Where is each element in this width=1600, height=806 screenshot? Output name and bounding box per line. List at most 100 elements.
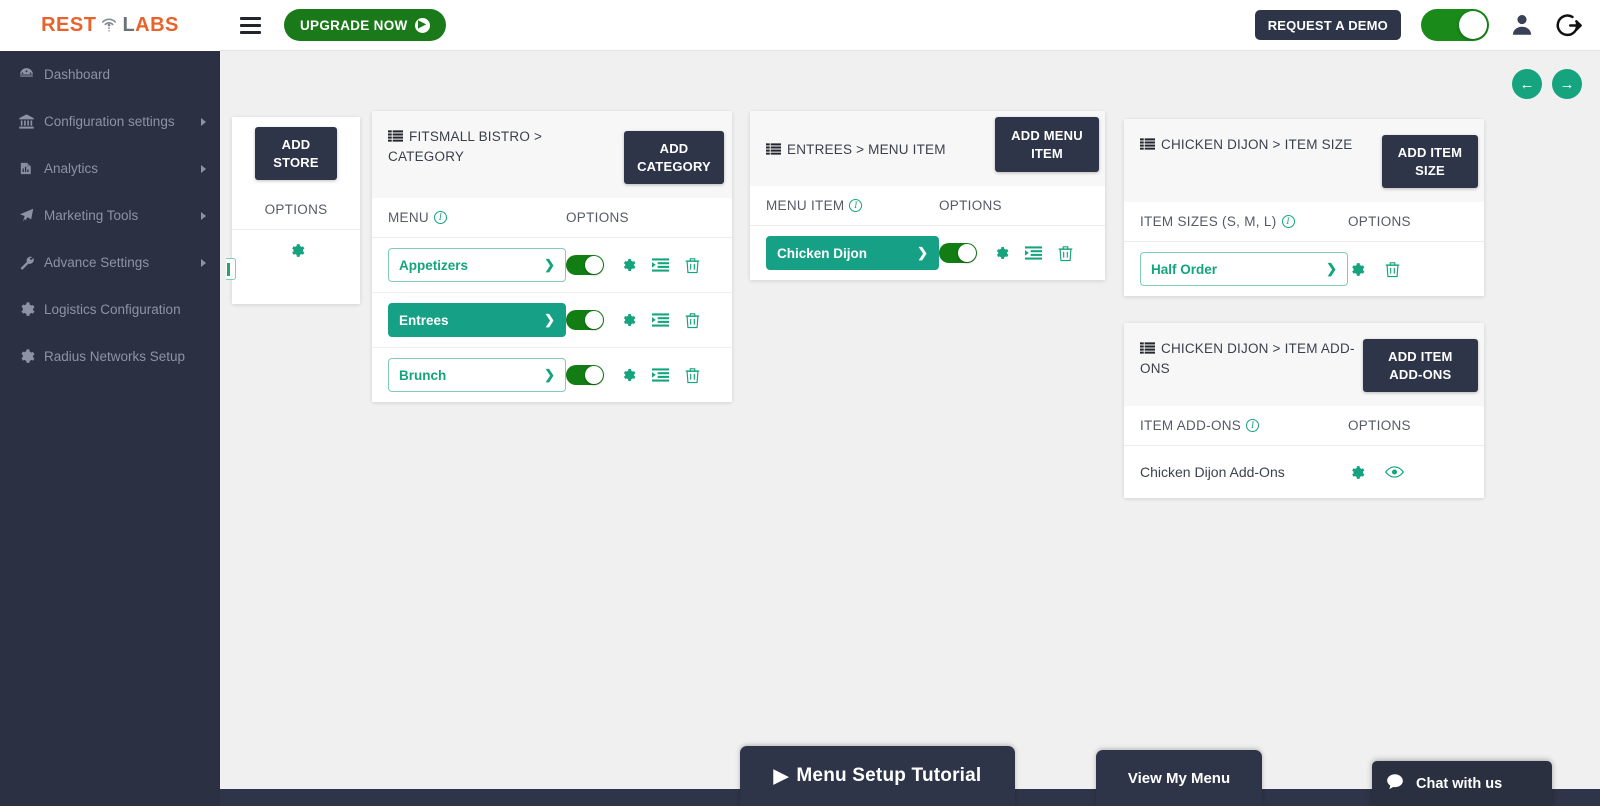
gear-icon[interactable] xyxy=(1348,261,1365,278)
gear-icon[interactable] xyxy=(1348,464,1365,481)
list-indent-icon[interactable] xyxy=(1025,246,1042,260)
delete-icon[interactable] xyxy=(685,257,700,274)
info-icon[interactable]: i xyxy=(433,211,447,225)
pager-prev-button[interactable]: ← xyxy=(1512,69,1542,99)
panel-category: FITSMALL BISTRO > CATEGORY ADD CATEGORY … xyxy=(372,111,732,403)
item-addon-name: Chicken Dijon Add-Ons xyxy=(1140,464,1285,481)
menu-column-label-wrap: MENU i xyxy=(388,210,566,225)
gear-icon[interactable] xyxy=(993,245,1009,261)
gear-icon[interactable] xyxy=(620,367,636,383)
item-addons-column-label-wrap: ITEM ADD-ONS i xyxy=(1140,418,1348,433)
play-icon: ▶ xyxy=(773,765,789,787)
table-row: Entrees ❯ xyxy=(372,293,732,349)
panel-item-size: CHICKEN DIJON > ITEM SIZE ADD ITEM SIZE … xyxy=(1124,119,1484,297)
chevron-right-icon xyxy=(201,258,206,267)
chat-with-us-widget[interactable]: Chat with us xyxy=(1372,761,1552,806)
info-icon[interactable]: i xyxy=(1246,419,1260,433)
sidebar-item-configuration-settings[interactable]: Configuration settings xyxy=(0,98,220,145)
pager-next-button[interactable]: → xyxy=(1552,69,1582,99)
logout-icon[interactable] xyxy=(1555,12,1582,39)
panel-menu-item-title: ENTREES > MENU ITEM xyxy=(787,141,946,157)
panel-item-size-title-wrap: CHICKEN DIJON > ITEM SIZE xyxy=(1140,133,1382,155)
panel-item-size-title: CHICKEN DIJON > ITEM SIZE xyxy=(1161,137,1353,152)
sidebar: REST LABS Dashboard Configuration setting… xyxy=(0,0,220,806)
row-toggle[interactable] xyxy=(566,255,604,276)
options-column-label: OPTIONS xyxy=(1348,418,1411,434)
category-pill-label: Appetizers xyxy=(399,257,469,273)
sidebar-item-radius-networks-setup[interactable]: Radius Networks Setup xyxy=(0,333,220,380)
category-pill-brunch[interactable]: Brunch ❯ xyxy=(388,358,566,393)
panel-category-header: FITSMALL BISTRO > CATEGORY ADD CATEGORY xyxy=(372,111,732,199)
row-options xyxy=(1348,464,1468,481)
list-indent-icon[interactable] xyxy=(652,313,669,327)
item-size-pill-label: Half Order xyxy=(1151,261,1218,277)
sidebar-item-marketing-tools[interactable]: Marketing Tools xyxy=(0,192,220,239)
delete-icon[interactable] xyxy=(685,312,700,329)
add-item-addons-button[interactable]: ADD ITEM ADD-ONS xyxy=(1362,339,1478,393)
menu-item-pill-label: Chicken Dijon xyxy=(777,245,868,261)
sidebar-item-label: Marketing Tools xyxy=(44,208,139,223)
gear-icon[interactable] xyxy=(620,257,636,273)
delete-icon[interactable] xyxy=(1385,261,1400,278)
sidebar-item-advance-settings[interactable]: Advance Settings xyxy=(0,239,220,286)
eye-icon[interactable] xyxy=(1385,465,1404,479)
delete-icon[interactable] xyxy=(1058,245,1073,262)
category-pill-entrees[interactable]: Entrees ❯ xyxy=(388,303,566,338)
item-size-pill-half-order[interactable]: Half Order ❯ xyxy=(1140,252,1348,287)
list-icon xyxy=(388,128,403,142)
sidebar-item-analytics[interactable]: Analytics xyxy=(0,145,220,192)
panel-store-header: ADD STORE xyxy=(232,117,360,191)
upgrade-now-label: UPGRADE NOW xyxy=(300,17,408,33)
logo-rest-text: REST xyxy=(41,14,97,36)
list-icon xyxy=(1140,136,1155,150)
panel-item-addons-column-header: ITEM ADD-ONS i OPTIONS xyxy=(1124,406,1484,447)
view-my-menu-button[interactable]: View My Menu xyxy=(1096,750,1262,806)
brand-logo[interactable]: REST LABS xyxy=(0,0,220,51)
master-toggle[interactable] xyxy=(1421,9,1489,41)
request-a-demo-button[interactable]: REQUEST A DEMO xyxy=(1254,10,1401,40)
category-pill-appetizers[interactable]: Appetizers ❯ xyxy=(388,248,566,283)
sidebar-item-label: Configuration settings xyxy=(44,114,175,129)
add-category-button[interactable]: ADD CATEGORY xyxy=(624,131,724,185)
truncated-store-pill[interactable] xyxy=(226,258,236,281)
user-icon[interactable] xyxy=(1509,12,1535,38)
topbar-right-group: REQUEST A DEMO xyxy=(1254,9,1600,41)
row-toggle[interactable] xyxy=(566,310,604,331)
sidebar-item-dashboard[interactable]: Dashboard xyxy=(0,51,220,98)
add-menu-item-button[interactable]: ADD MENU ITEM xyxy=(995,117,1099,173)
menu-item-pill-chicken-dijon[interactable]: Chicken Dijon ❯ xyxy=(766,236,939,271)
row-toggle-knob xyxy=(585,311,603,330)
gear-icon xyxy=(18,301,44,318)
gear-icon[interactable] xyxy=(620,312,636,328)
info-icon[interactable]: i xyxy=(849,199,863,213)
info-icon[interactable]: i xyxy=(1281,215,1295,229)
menu-setup-tutorial-button[interactable]: ▶ Menu Setup Tutorial xyxy=(740,746,1015,806)
sidebar-item-label: Logistics Configuration xyxy=(44,302,181,317)
menu-setup-tutorial-label: Menu Setup Tutorial xyxy=(796,765,982,786)
row-toggle[interactable] xyxy=(939,243,977,264)
add-item-size-button[interactable]: ADD ITEM SIZE xyxy=(1382,135,1478,189)
list-indent-icon[interactable] xyxy=(652,258,669,272)
upgrade-now-button[interactable]: UPGRADE NOW ▶ xyxy=(284,9,446,41)
panel-item-addons-title: CHICKEN DIJON > ITEM ADD-ONS xyxy=(1140,341,1355,376)
table-row: Appetizers ❯ xyxy=(372,238,732,294)
chevron-right-icon: ❯ xyxy=(544,367,555,383)
master-toggle-knob xyxy=(1459,11,1487,39)
bank-icon xyxy=(18,113,44,130)
panel-item-size-column-header: ITEM SIZES (S, M, L) i OPTIONS xyxy=(1124,202,1484,243)
row-toggle-knob xyxy=(585,256,603,275)
list-indent-icon[interactable] xyxy=(652,368,669,382)
chevron-right-icon: ❯ xyxy=(544,257,555,273)
chevron-right-icon: ❯ xyxy=(917,245,928,261)
panel-item-addons-header: CHICKEN DIJON > ITEM ADD-ONS ADD ITEM AD… xyxy=(1124,323,1484,407)
row-options xyxy=(566,255,716,276)
add-store-button[interactable]: ADD STORE xyxy=(255,127,337,181)
gear-icon[interactable] xyxy=(288,242,305,259)
menu-icon[interactable] xyxy=(228,16,272,34)
rocket-icon xyxy=(18,207,44,224)
gear-icon xyxy=(18,348,44,365)
row-toggle[interactable] xyxy=(566,365,604,386)
panel-category-title: FITSMALL BISTRO > CATEGORY xyxy=(388,129,543,164)
sidebar-item-logistics-configuration[interactable]: Logistics Configuration xyxy=(0,286,220,333)
delete-icon[interactable] xyxy=(685,367,700,384)
